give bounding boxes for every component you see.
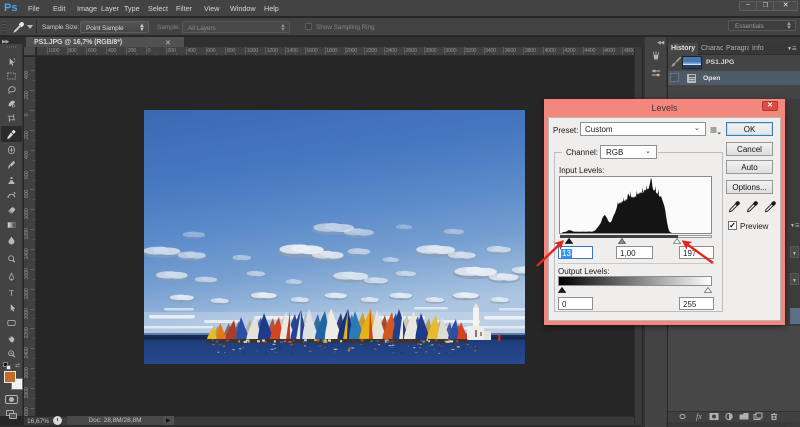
- svg-text:fx: fx: [696, 412, 702, 421]
- svg-text:T: T: [9, 289, 14, 298]
